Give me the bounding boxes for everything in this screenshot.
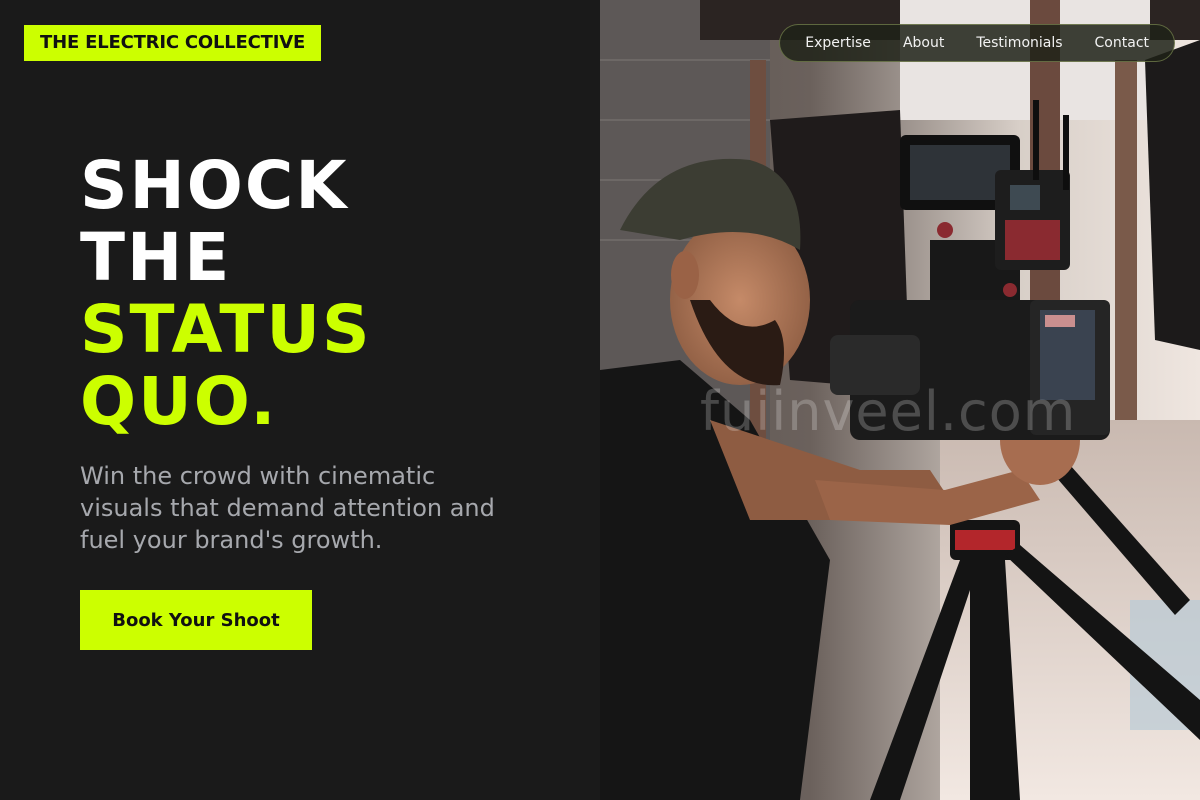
headline-line-3: STATUS: [80, 291, 372, 368]
headline-line-1: SHOCK: [80, 147, 349, 224]
hero-subtext: Win the crowd with cinematic visuals tha…: [80, 462, 495, 554]
photo-watermark: fuiinveel.com: [700, 380, 1077, 443]
headline-line-2: THE: [80, 219, 232, 296]
nav-item-testimonials[interactable]: Testimonials: [960, 35, 1078, 51]
landing-page: THE ELECTRIC COLLECTIVE SHOCK THE STATUS…: [0, 0, 1200, 800]
nav-item-about[interactable]: About: [887, 35, 960, 51]
main-nav: Expertise About Testimonials Contact: [779, 24, 1175, 62]
nav-item-expertise[interactable]: Expertise: [789, 35, 887, 51]
hero-headline: SHOCK THE STATUS QUO.: [80, 150, 372, 438]
brand-logo[interactable]: THE ELECTRIC COLLECTIVE: [24, 25, 322, 61]
nav-item-contact[interactable]: Contact: [1079, 35, 1165, 51]
headline-line-4: QUO.: [80, 363, 278, 440]
hero-left-panel: THE ELECTRIC COLLECTIVE SHOCK THE STATUS…: [0, 0, 600, 800]
book-shoot-button[interactable]: Book Your Shoot: [80, 590, 312, 650]
hero-photo-panel: Expertise About Testimonials Contact fui…: [600, 0, 1200, 800]
